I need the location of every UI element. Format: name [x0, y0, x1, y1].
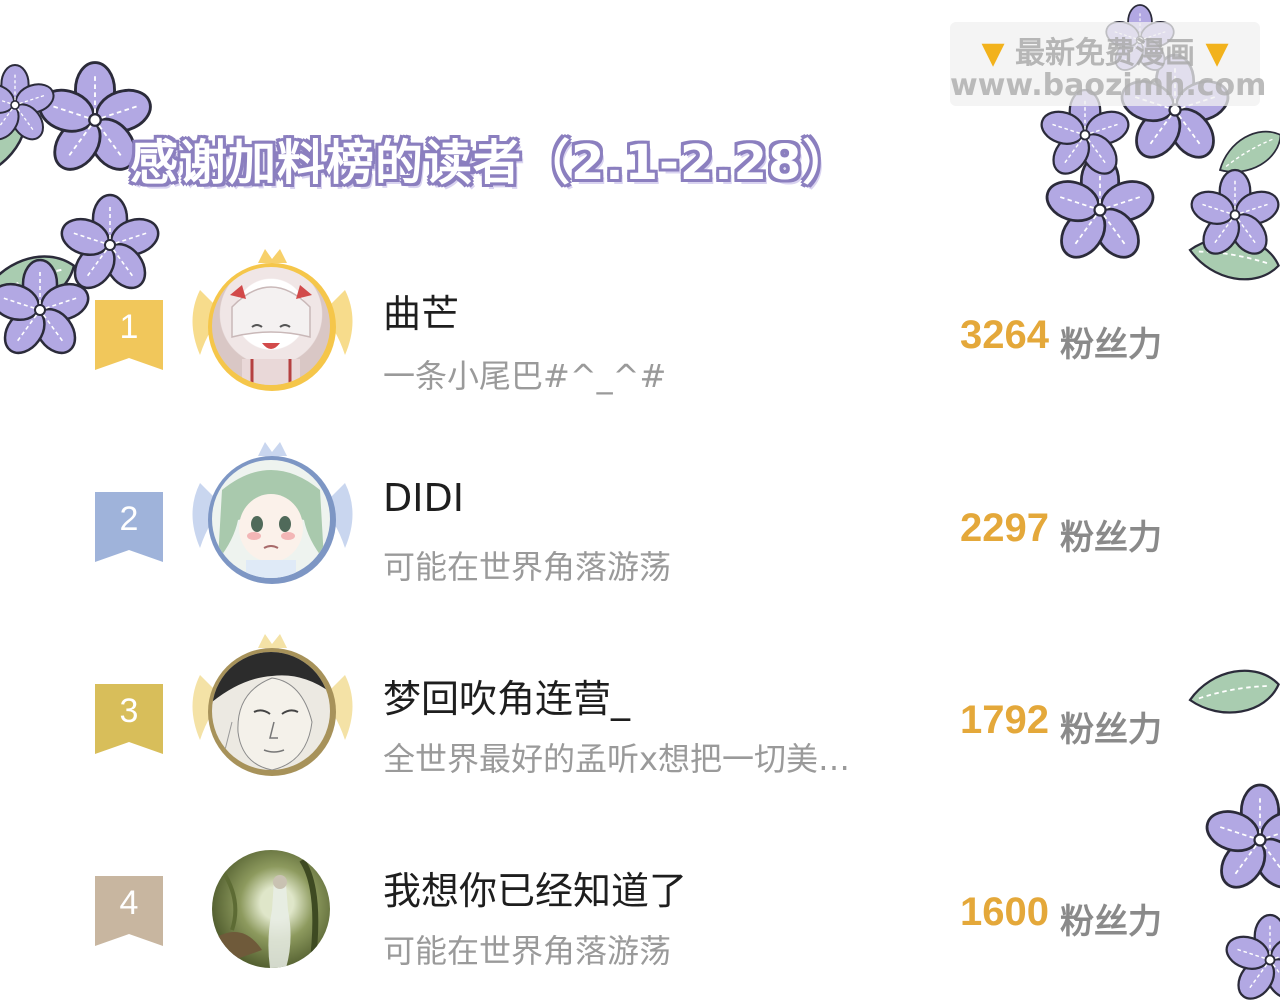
fan-score-unit: 粉丝力 — [1060, 710, 1162, 750]
rank-number: 4 — [119, 884, 139, 922]
avatar[interactable] — [212, 850, 330, 968]
fan-score-unit: 粉丝力 — [1060, 518, 1162, 558]
avatar-anime-girl-icon — [230, 285, 312, 385]
user-name[interactable]: 我想你已经知道了 — [383, 860, 687, 915]
user-subtitle: 一条小尾巴#^_^# — [383, 357, 667, 395]
avatar-frame[interactable] — [180, 630, 365, 790]
user-name[interactable]: 梦回吹角连营_ — [383, 668, 630, 723]
fan-score-unit: 粉丝力 — [1060, 902, 1162, 942]
leaderboard-row[interactable]: 1 曲芒 一条小尾巴#^_^# 3264 粉丝力 — [0, 245, 1280, 415]
leaderboard-row[interactable]: 2 DIDI 可能在世界角落游荡 2297 粉丝力 — [0, 438, 1280, 608]
rank-badge: 3 — [95, 684, 163, 754]
leaderboard-row[interactable]: 4 我想你已经知道了 可能在世界角落游荡 1600 粉丝力 — [0, 822, 1280, 992]
rank-number: 3 — [119, 692, 139, 730]
rank-number: 2 — [119, 500, 139, 538]
fan-score: 1600 — [960, 890, 1049, 934]
user-subtitle: 可能在世界角落游荡 — [383, 548, 672, 586]
rank-badge: 1 — [95, 300, 163, 370]
rank-badge: 2 — [95, 492, 163, 562]
pointing-down-icon: ▼ — [981, 36, 1005, 71]
avatar-frame[interactable] — [180, 245, 365, 405]
fan-score-unit: 粉丝力 — [1060, 325, 1162, 365]
pointing-down-icon: ▼ — [1205, 36, 1229, 71]
rank-badge: 4 — [95, 876, 163, 946]
avatar-frame[interactable] — [180, 822, 365, 982]
user-name[interactable]: 曲芒 — [383, 283, 459, 338]
avatar-forest-photo-icon — [212, 858, 319, 968]
avatar[interactable] — [212, 267, 330, 385]
avatar[interactable] — [212, 652, 330, 770]
rank-number: 1 — [119, 308, 139, 346]
watermark: ▼ 最新免费漫画 ▼ www.baozimh.com — [950, 22, 1267, 106]
avatar[interactable] — [212, 460, 330, 578]
watermark-url: www.baozimh.com — [950, 68, 1267, 103]
user-subtitle: 可能在世界角落游荡 — [383, 932, 672, 970]
avatar-sketch-portrait-icon — [212, 652, 330, 770]
avatar-frame[interactable] — [180, 438, 365, 598]
avatar-anime-girl-icon — [218, 470, 324, 578]
fan-score: 1792 — [960, 698, 1049, 742]
fan-score: 2297 — [960, 506, 1049, 550]
watermark-title: ▼ 最新免费漫画 ▼ — [981, 36, 1229, 71]
fan-score: 3264 — [960, 313, 1049, 357]
leaderboard-row[interactable]: 3 梦回吹角连营_ 全世界最好的孟听x想把一切美… 1792 粉丝力 — [0, 630, 1280, 800]
user-name[interactable]: DIDI — [383, 476, 464, 520]
page-title: 感谢加料榜的读者（2.1-2.28） — [130, 135, 852, 191]
user-subtitle: 全世界最好的孟听x想把一切美… — [383, 740, 850, 778]
